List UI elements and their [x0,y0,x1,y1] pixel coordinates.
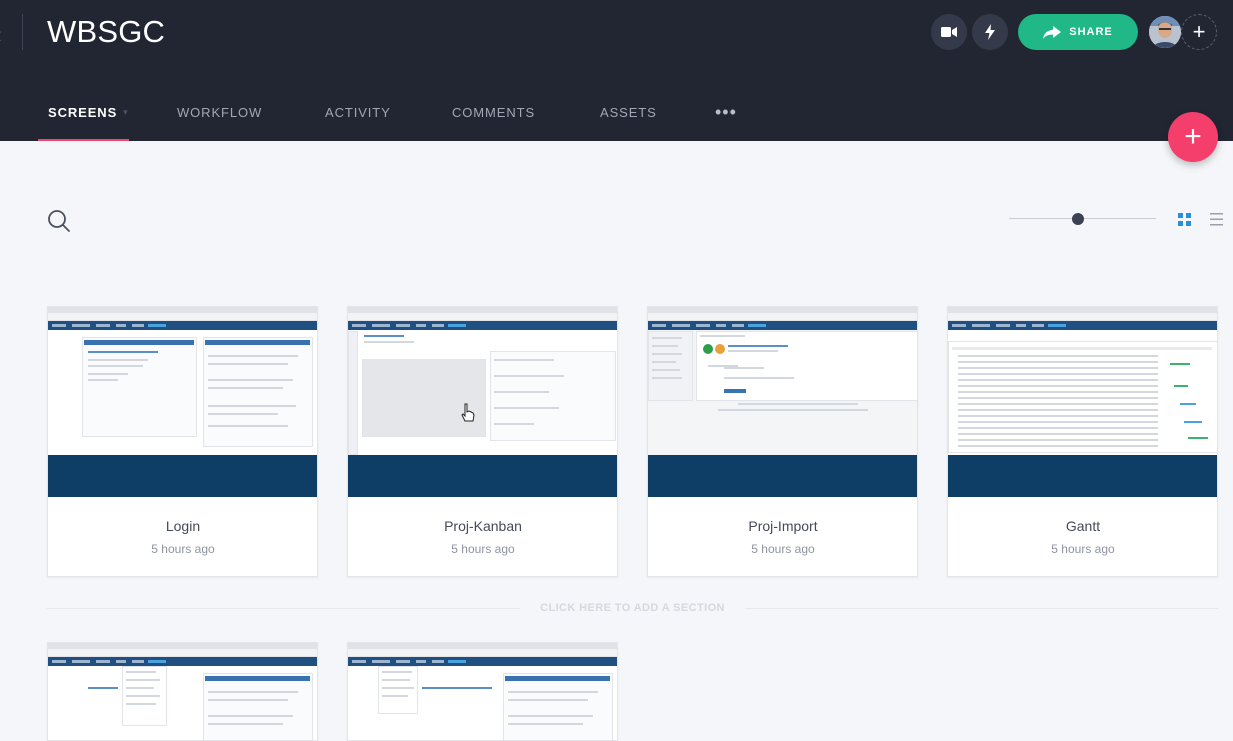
screen-thumbnail [948,307,1217,497]
screen-thumbnail [348,643,617,740]
add-screen-fab[interactable]: + [1168,112,1218,162]
active-tab-indicator [38,139,129,141]
share-button[interactable]: SHARE [1018,14,1138,50]
more-menu-button[interactable]: ••• [715,102,737,123]
screen-timestamp: 5 hours ago [151,542,215,556]
screen-thumbnail [48,643,317,740]
tab-screens-label: SCREENS [48,105,118,120]
add-collaborator-button[interactable]: + [1181,14,1217,50]
tab-activity[interactable]: ACTIVITY [325,105,391,120]
screen-name: Proj-Kanban [444,518,522,534]
video-icon [941,27,957,37]
tab-workflow[interactable]: WORKFLOW [177,105,262,120]
user-avatar[interactable] [1147,14,1183,50]
tab-assets[interactable]: ASSETS [600,105,657,120]
project-title: WBSGC [47,14,166,49]
list-view-icon[interactable] [1210,213,1223,226]
screen-thumbnail [348,307,617,497]
screen-name: Login [165,518,201,534]
screen-card[interactable] [47,642,318,741]
zoom-thumb[interactable] [1072,213,1084,225]
avatar-image [1149,16,1181,48]
screen-timestamp: 5 hours ago [751,542,815,556]
screen-card-login[interactable]: Login 5 hours ago [47,306,318,577]
grid-view-icon[interactable] [1178,213,1191,226]
tab-comments[interactable]: COMMENTS [452,105,535,120]
video-call-button[interactable] [931,14,967,50]
back-icon[interactable]: ‹ [0,22,1,48]
screen-thumbnail [648,307,917,497]
screen-timestamp: 5 hours ago [1051,542,1115,556]
screen-card-proj-kanban[interactable]: Proj-Kanban 5 hours ago [347,306,618,577]
screen-name: Proj-Import [748,518,818,534]
chevron-down-icon: ▾ [123,107,129,117]
search-icon[interactable] [46,208,72,234]
screen-card[interactable] [347,642,618,741]
screen-card-proj-import[interactable]: Proj-Import 5 hours ago [647,306,918,577]
screen-timestamp: 5 hours ago [451,542,515,556]
screen-name: Gantt [1065,518,1101,534]
share-arrow-icon [1043,25,1062,39]
screen-thumbnail [48,307,317,497]
share-label: SHARE [1069,26,1113,38]
tab-screens[interactable]: SCREENS ▾ [48,105,129,120]
screen-card-gantt[interactable]: Gantt 5 hours ago [947,306,1218,577]
integrations-button[interactable] [972,14,1008,50]
header-divider [22,14,23,50]
bolt-icon [985,24,995,40]
add-section-button[interactable]: CLICK HERE TO ADD A SECTION [0,602,1233,614]
zoom-slider[interactable] [1009,212,1156,226]
hand-cursor-icon [461,403,475,422]
